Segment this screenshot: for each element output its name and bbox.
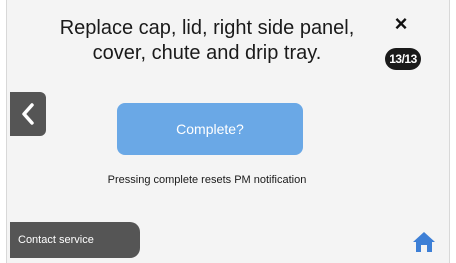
complete-button[interactable]: Complete?	[117, 103, 303, 155]
helper-text: Pressing complete resets PM notification	[107, 174, 307, 186]
chevron-left-icon	[22, 103, 34, 125]
instruction-text: Replace cap, lid, right side panel, cove…	[59, 17, 355, 64]
screen: Replace cap, lid, right side panel, cove…	[6, 0, 450, 263]
close-button[interactable]: ×	[387, 10, 415, 38]
close-icon: ×	[394, 11, 408, 36]
home-icon	[413, 232, 435, 252]
step-indicator-badge: 13/13	[385, 48, 421, 70]
home-button[interactable]	[409, 228, 439, 256]
contact-service-button[interactable]: Contact service	[10, 222, 140, 258]
back-button[interactable]	[10, 92, 46, 136]
